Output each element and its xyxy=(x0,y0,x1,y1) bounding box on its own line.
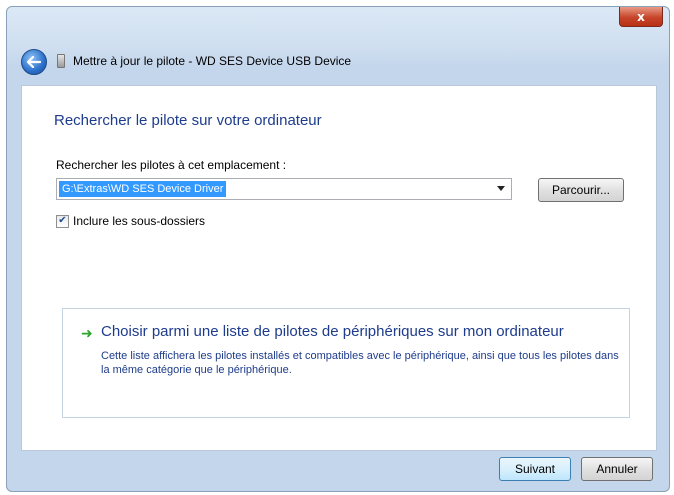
green-arrow-icon: ➜ xyxy=(81,326,93,342)
browse-button-label: Parcourir... xyxy=(551,183,611,197)
choose-from-list-option[interactable]: ➜ Choisir parmi une liste de pilotes de … xyxy=(62,308,630,418)
cancel-button[interactable]: Annuler xyxy=(581,457,653,481)
title-area: Mettre à jour le pilote - WD SES Device … xyxy=(57,54,351,68)
next-button[interactable]: Suivant xyxy=(499,457,571,481)
close-icon: x xyxy=(637,9,645,24)
back-button[interactable] xyxy=(21,49,47,75)
content-panel: Rechercher le pilote sur votre ordinateu… xyxy=(21,85,657,451)
path-value[interactable]: G:\Extras\WD SES Device Driver xyxy=(59,181,227,197)
wizard-title: Mettre à jour le pilote - WD SES Device … xyxy=(73,54,352,68)
option-description: Cette liste affichera les pilotes instal… xyxy=(101,350,619,376)
checkmark-icon: ✔ xyxy=(58,215,67,226)
close-button[interactable]: x xyxy=(619,7,663,27)
path-combobox[interactable]: G:\Extras\WD SES Device Driver xyxy=(56,178,512,200)
wizard-window: x Mettre à jour le pilote - WD SES Devic… xyxy=(6,6,670,492)
cancel-button-label: Annuler xyxy=(596,462,638,476)
dropdown-arrow-icon[interactable] xyxy=(497,186,505,191)
include-subfolders-row[interactable]: ✔ Inclure les sous-dossiers xyxy=(56,214,205,228)
footer: Suivant Annuler xyxy=(21,451,657,487)
browse-button[interactable]: Parcourir... xyxy=(538,178,624,202)
path-label: Rechercher les pilotes à cet emplacement… xyxy=(56,158,287,172)
back-arrow-icon xyxy=(27,56,41,68)
usb-device-icon xyxy=(57,54,65,68)
include-subfolders-label[interactable]: Inclure les sous-dossiers xyxy=(73,214,205,228)
next-button-label: Suivant xyxy=(514,462,556,476)
include-subfolders-checkbox[interactable]: ✔ xyxy=(56,214,69,228)
page-heading: Rechercher le pilote sur votre ordinateu… xyxy=(54,112,322,129)
option-title[interactable]: Choisir parmi une liste de pilotes de pé… xyxy=(101,323,564,340)
